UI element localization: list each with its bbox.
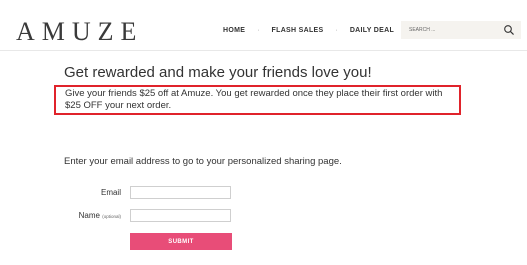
page-title: Get rewarded and make your friends love … — [64, 64, 372, 81]
main-nav: HOME · FLASH SALES · DAILY DEAL · — [223, 27, 420, 34]
name-optional-label: (optional) — [102, 214, 121, 219]
form-prompt: Enter your email address to go to your p… — [64, 156, 342, 167]
nav-daily-deal[interactable]: DAILY DEAL — [350, 27, 394, 34]
name-field[interactable] — [130, 209, 231, 222]
email-field[interactable] — [130, 186, 231, 199]
amuze-logo[interactable]: AMUZE — [16, 17, 143, 47]
header-divider — [0, 50, 527, 51]
email-label: Email — [100, 188, 121, 197]
submit-button[interactable]: SUBMIT — [130, 233, 232, 250]
name-label: Name (optional) — [78, 211, 121, 220]
search-input[interactable] — [409, 25, 497, 35]
nav-separator: · — [257, 27, 260, 34]
nav-flash-sales[interactable]: FLASH SALES — [272, 27, 324, 34]
nav-home[interactable]: HOME — [223, 27, 245, 34]
search-box — [401, 21, 521, 39]
nav-separator: · — [335, 27, 338, 34]
search-icon[interactable] — [503, 24, 515, 36]
referral-description: Give your friends $25 off at Amuze. You … — [65, 88, 443, 111]
